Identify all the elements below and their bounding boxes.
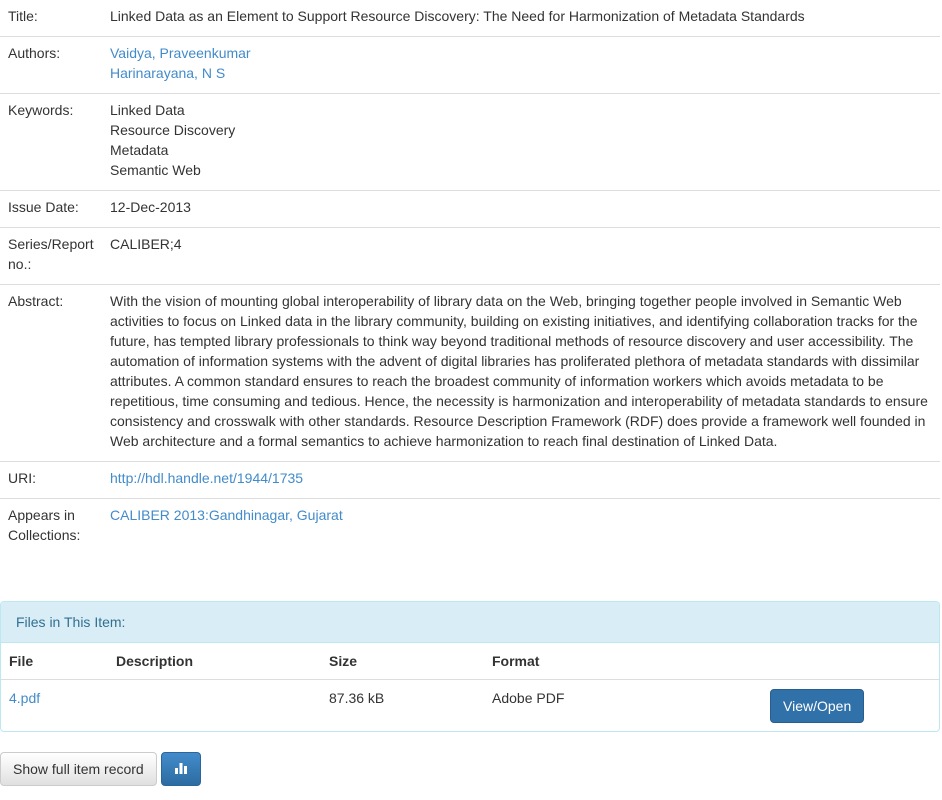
- show-full-record-button[interactable]: Show full item record: [0, 752, 157, 786]
- title-row: Title: Linked Data as an Element to Supp…: [0, 0, 940, 37]
- series-label: Series/Report no.:: [0, 227, 102, 285]
- issue-date: 12-Dec-2013: [102, 190, 940, 228]
- file-size: 87.36 kB: [329, 690, 385, 706]
- keywords-row: Keywords: Linked Data Resource Discovery…: [0, 93, 940, 191]
- authors-row: Authors: Vaidya, Praveenkumar Harinaraya…: [0, 36, 940, 94]
- files-panel-heading: Files in This Item:: [1, 602, 939, 643]
- uri-row: URI: http://hdl.handle.net/1944/1735: [0, 461, 940, 499]
- file-format: Adobe PDF: [492, 690, 565, 706]
- keyword: Semantic Web: [110, 162, 201, 178]
- author-link[interactable]: Vaidya, Praveenkumar: [110, 45, 251, 61]
- uri-label: URI:: [0, 461, 102, 499]
- item-metadata-table: Title: Linked Data as an Element to Supp…: [0, 0, 940, 555]
- issue-date-label: Issue Date:: [0, 190, 102, 228]
- file-link[interactable]: 4.pdf: [9, 690, 40, 706]
- column-header-format: Format: [484, 643, 758, 680]
- keywords-label: Keywords:: [0, 93, 102, 191]
- item-title: Linked Data as an Element to Support Res…: [110, 8, 805, 24]
- column-header-size: Size: [321, 643, 484, 680]
- column-header-file: File: [1, 643, 108, 680]
- title-label: Title:: [8, 8, 38, 24]
- collections-label: Appears in Collections:: [0, 498, 102, 555]
- table-row: 4.pdf 87.36 kB Adobe PDF View/Open: [1, 680, 939, 732]
- item-actions: Show full item record: [0, 752, 942, 786]
- abstract-label: Abstract:: [0, 284, 102, 462]
- uri-link[interactable]: http://hdl.handle.net/1944/1735: [110, 470, 303, 486]
- author-link[interactable]: Harinarayana, N S: [110, 65, 225, 81]
- keyword: Metadata: [110, 142, 169, 158]
- collections-row: Appears in Collections: CALIBER 2013:Gan…: [0, 498, 940, 555]
- column-header-action: [758, 643, 939, 680]
- authors-label: Authors:: [0, 36, 102, 94]
- column-header-description: Description: [108, 643, 321, 680]
- collection-link[interactable]: CALIBER 2013:Gandhinagar, Gujarat: [110, 507, 343, 523]
- keyword: Resource Discovery: [110, 122, 236, 138]
- abstract-text: With the vision of mounting global inter…: [102, 284, 940, 462]
- series-row: Series/Report no.: CALIBER;4: [0, 227, 940, 285]
- abstract-row: Abstract: With the vision of mounting gl…: [0, 284, 940, 462]
- files-panel: Files in This Item: File Description Siz…: [0, 601, 940, 732]
- keyword: Linked Data: [110, 102, 185, 118]
- series-value: CALIBER;4: [102, 227, 940, 285]
- files-table: File Description Size Format 4.pdf 87.36…: [1, 643, 939, 731]
- authors-list: Vaidya, Praveenkumar Harinarayana, N S: [102, 36, 940, 94]
- file-description: [108, 680, 321, 732]
- bar-chart-icon: [174, 761, 188, 778]
- issue-date-row: Issue Date: 12-Dec-2013: [0, 190, 940, 228]
- keywords-list: Linked Data Resource Discovery Metadata …: [102, 93, 940, 191]
- statistics-button[interactable]: [160, 752, 201, 786]
- view-open-button[interactable]: View/Open: [770, 689, 865, 723]
